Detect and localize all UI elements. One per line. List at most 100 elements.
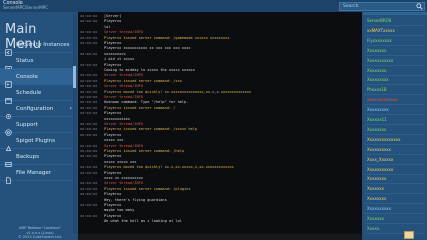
sidebar-item-schedule[interactable]: Schedule (0, 85, 76, 104)
player-item[interactable]: Flyxxxxxxxx (365, 36, 424, 46)
console-line: Oh what the hell as i looking at lol (80, 219, 360, 224)
sidebar-item-spigot-plugins[interactable]: Spigot Plugins (0, 133, 76, 151)
console-line: xx:xx:xx Playerxx issued server command: … (80, 106, 360, 111)
console-line: xx:xx:xx Playerxx moved too quickly! xx.x… (80, 165, 360, 170)
console-text: Playerxx issued server command: /xxxxx h… (104, 127, 198, 132)
console-line: xxxxx xxxxx xxx (80, 160, 360, 165)
console-text: Playerxx (104, 41, 122, 45)
console-text: Playerxx moved too quickly! xx.xxxxxxxxx… (104, 89, 252, 94)
player-item[interactable]: Xxxx_Xxxxxx (365, 155, 424, 165)
console-timestamp: xx:xx:xx (80, 213, 98, 218)
console-line: Playerxx xxxxxxxxxxx xx xxx xxx xxx xxxx (80, 46, 360, 51)
player-item[interactable]: Xxxxxxxx (365, 46, 424, 56)
console-text: Server thread/INFO (104, 30, 143, 35)
sidebar-item-support[interactable]: Support (0, 117, 76, 136)
console-text: Hey, there's flying guardians (104, 197, 167, 202)
console-timestamp: xx:xx:xx (80, 203, 98, 207)
player-item[interactable]: xxMAXTxxxxx (365, 26, 424, 36)
player-item[interactable]: Xxxxxxx (365, 214, 424, 224)
console-timestamp: xx:xx:xx (80, 35, 98, 40)
player-item[interactable]: Xxxxxxxxxxx (365, 56, 424, 66)
sidebar-item-label: Spigot Plugins (16, 137, 55, 144)
player-item[interactable]: Xxxxxxxxx (365, 105, 424, 116)
search-icon[interactable] (416, 3, 423, 10)
console-timestamp: xx:xx:xx (80, 78, 98, 83)
console-text: Playerxx (104, 19, 122, 24)
sidebar-item-return-to-instances[interactable]: Return to Instances (0, 37, 76, 56)
console-timestamp: xx:xx:xx (80, 100, 98, 105)
sidebar-item-console[interactable]: Console (0, 69, 76, 88)
player-item[interactable]: Xxxxxxxxx (365, 75, 424, 86)
console-timestamp: xx:xx:xx (80, 149, 98, 153)
console-text: Playerxx (104, 132, 122, 137)
status-icon (5, 57, 12, 71)
sidebar-scroll-thumb[interactable] (73, 66, 76, 88)
sidebar-item-label: Backups (16, 153, 40, 160)
player-item[interactable]: Xxxxxxx (365, 184, 424, 195)
console-line: xx:xx:xx Playerxx (80, 171, 360, 176)
console-line: Coming to midday to xxxxx the xxxxx xxxx… (80, 68, 360, 73)
console-text: i did it xxxxx (104, 57, 135, 62)
console-line: Hey, there's flying guardians (80, 198, 360, 203)
player-item[interactable]: Xxxxxxxx (365, 174, 424, 185)
player-item[interactable]: Xxxxxxxx (365, 194, 424, 205)
search-input[interactable]: Search (343, 4, 358, 9)
console-line: xx:xx:xx Playerxx (80, 63, 360, 68)
console-line: xxxxxxxxxxxx (80, 117, 360, 122)
return-icon (5, 41, 12, 56)
console-line: xx:xx:xx Playerxx (80, 41, 360, 46)
console-text: Playerxx (104, 170, 122, 175)
console-text: Playerxx issued server command: / (104, 105, 176, 110)
player-item[interactable]: Xxxxxxxxxx (365, 145, 424, 155)
console-timestamp: xx:xx:xx (80, 41, 98, 45)
search-box[interactable]: Search (339, 2, 425, 11)
player-item[interactable]: xxxxxxxxxxxxx (365, 95, 424, 106)
sidebar: Main Menu Return to Instances Status Conso… (0, 12, 76, 240)
player-item[interactable]: Xxxxxxxx (365, 66, 424, 76)
console-timestamp: xx:xx:xx (80, 170, 98, 175)
console-line: xx:xx:xx Playerxx (80, 19, 360, 24)
console-line: xxxx xx xxxxxxxxxx (80, 176, 360, 181)
sidebar-scrollbar[interactable] (73, 14, 76, 234)
command-input[interactable] (78, 234, 362, 240)
console-text: Playerxx (104, 192, 122, 197)
console-text: Playerxx moved too quickly! xx.x,xx.xxxx… (104, 165, 234, 170)
console-output: xx:xx:xx [Server] xx:xx:xx Playerxx lol xx:xx… (78, 12, 362, 234)
console-timestamp: xx:xx:xx (80, 122, 98, 126)
sidebar-item-label: Support (16, 121, 38, 128)
console-timestamp: xx:xx:xx (80, 105, 98, 110)
top-bar: Console ServerMPC/ServerMPC Search (0, 0, 427, 12)
console-line: xx:xx:xx Playerxx (80, 214, 360, 219)
console-line: xx:xx:xx Playerxx (80, 154, 360, 159)
player-item[interactable]: Phoxxx18 (365, 85, 424, 96)
console-text: Playerxx (104, 111, 122, 116)
player-item[interactable]: Xxxxxx11 (365, 115, 424, 125)
console-timestamp: xx:xx:xx (80, 73, 98, 78)
sidebar-item-backups[interactable]: Backups (0, 149, 76, 167)
sidebar-item-configuration[interactable]: Configuration › (0, 101, 76, 119)
sidebar-item-file-manager[interactable]: File Manager (0, 165, 76, 184)
console-timestamp: xx:xx:xx (80, 51, 98, 56)
player-item[interactable]: ServerBROS (365, 16, 424, 26)
send-button[interactable] (404, 231, 414, 239)
console-text: lol (104, 24, 111, 29)
player-item[interactable]: Xxxxxxxxxxx (365, 165, 424, 175)
sidebar-item-status[interactable]: Status (0, 53, 76, 71)
console-line: xxxxx xxx (80, 138, 360, 143)
calendar-icon (5, 89, 12, 104)
console-text: Unknown command. Type "/help" for help. (104, 100, 189, 105)
player-item[interactable]: Xxxxxxxxxxxxxx (365, 135, 424, 145)
console-timestamp: xx:xx:xx (80, 192, 98, 197)
console-line: xx:xx:xx Server thread/INFO (80, 73, 360, 78)
console-timestamp: xx:xx:xx (80, 111, 98, 116)
console-line: xx:xx:xx Playerxx issued server command: … (80, 79, 360, 84)
console-line: xx:xx:xx Playerxx issued server command: … (80, 187, 360, 192)
console-timestamp: xx:xx:xx (80, 62, 98, 67)
console-text: Playerxx xxxxxxxxxxx xx xxx xxx xxx xxxx (104, 46, 191, 51)
console-timestamp: xx:xx:xx (80, 154, 98, 159)
player-item[interactable]: Xxxxx (365, 224, 424, 234)
player-item[interactable]: Xxxxxxxx (365, 125, 424, 135)
chevron-right-icon: › (69, 105, 72, 112)
console-line: xx:xx:xx Playerxx (80, 203, 360, 208)
player-item[interactable]: Xxxxxxxxxx (365, 204, 424, 215)
